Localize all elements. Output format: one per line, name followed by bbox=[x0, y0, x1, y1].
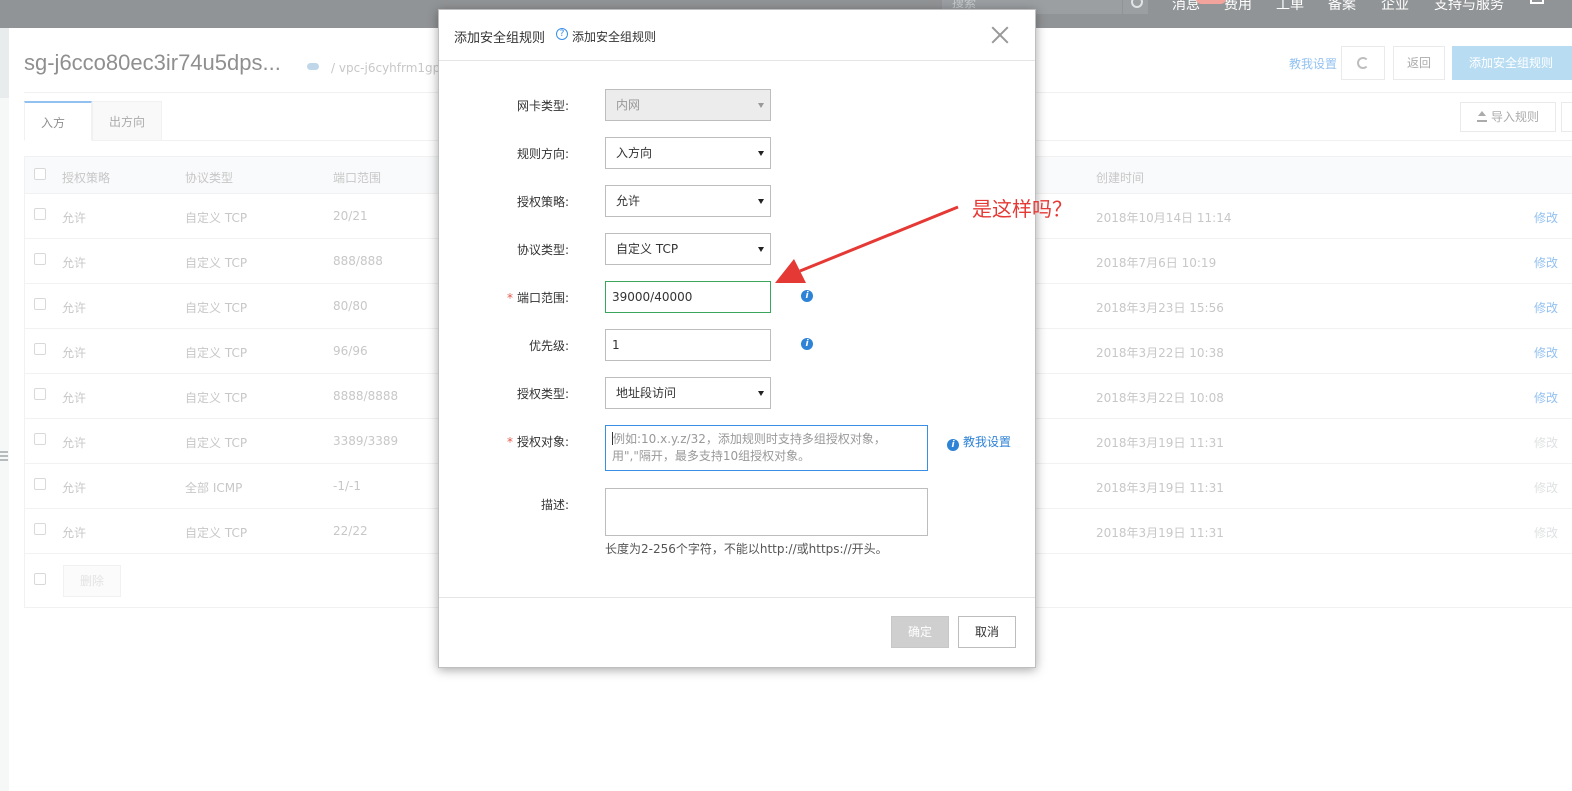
annotation-arrow bbox=[775, 205, 959, 283]
annotation-text: 是这样吗？ bbox=[972, 197, 1072, 221]
